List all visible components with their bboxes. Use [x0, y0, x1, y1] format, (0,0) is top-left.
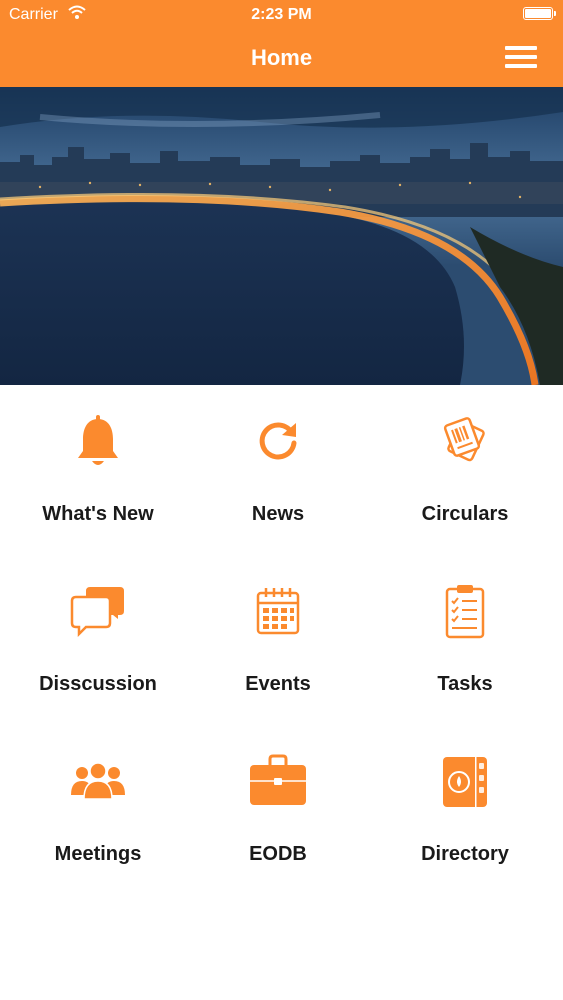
events-tile[interactable]: Events: [184, 555, 372, 725]
news-tile[interactable]: News: [184, 385, 372, 555]
directory-label: Directory: [421, 843, 509, 865]
directory-tile[interactable]: Directory: [371, 725, 559, 895]
discussion-tile[interactable]: Disscussion: [4, 555, 192, 725]
eodb-label: EODB: [249, 843, 307, 865]
circulars-tile[interactable]: Circulars: [371, 385, 559, 555]
briefcase-icon: [250, 754, 306, 805]
people-group-icon: [71, 762, 125, 800]
eodb-tile[interactable]: EODB: [184, 725, 372, 895]
circular-cards-icon: [443, 417, 485, 462]
whats-new-tile[interactable]: What's New: [4, 385, 192, 555]
events-label: Events: [245, 673, 311, 695]
clipboard-checklist-icon: [445, 585, 485, 639]
nav-bar: Home: [0, 30, 563, 87]
refresh-icon: [259, 422, 297, 460]
tasks-tile[interactable]: Tasks: [371, 555, 559, 725]
status-bar: Carrier 2:23 PM: [0, 0, 563, 30]
hamburger-icon[interactable]: [505, 44, 537, 70]
calendar-icon: [256, 588, 300, 635]
chat-bubbles-icon: [70, 587, 124, 638]
meetings-label: Meetings: [54, 843, 142, 865]
tasks-label: Tasks: [437, 673, 493, 695]
page-title: Home: [250, 45, 313, 70]
discussion-label: Disscussion: [39, 673, 157, 695]
city-skyline-image: [0, 87, 563, 385]
meetings-tile[interactable]: Meetings: [4, 725, 192, 895]
news-label: News: [251, 503, 305, 525]
circulars-label: Circulars: [421, 503, 509, 525]
bell-icon: [78, 415, 118, 465]
directory-book-icon: [443, 757, 487, 807]
clock: 2:23 PM: [251, 6, 312, 23]
menu-grid: What's New News Circulars Disscussion Ev…: [0, 385, 563, 895]
whats-new-label: What's New: [42, 503, 154, 525]
battery-icon: [523, 7, 556, 20]
